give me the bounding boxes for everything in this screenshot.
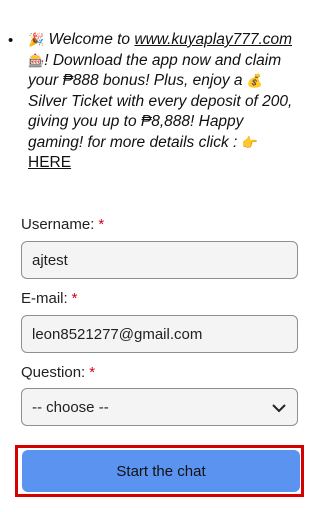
start-chat-button[interactable]: Start the chat — [22, 450, 300, 492]
required-mark: * — [71, 290, 78, 307]
required-mark: * — [89, 364, 96, 381]
email-label-text: E-mail: — [21, 290, 68, 307]
point-right-icon: 👉 — [241, 134, 258, 150]
ticket-icon: 🎰 — [28, 52, 45, 68]
required-mark: * — [98, 216, 105, 233]
site-link[interactable]: www.kuyaplay777.com — [134, 31, 292, 48]
question-selected: -- choose -- — [32, 398, 109, 416]
promo-text: Download the app now and claim your ₱888… — [28, 51, 282, 90]
question-label-text: Question: — [21, 364, 86, 381]
email-field[interactable]: leon8521277@gmail.com — [21, 315, 298, 353]
money-bag-icon: 💰 — [246, 73, 264, 88]
username-label: Username: * — [21, 216, 104, 233]
username-field[interactable]: ajtest — [21, 241, 298, 279]
email-label: E-mail: * — [21, 290, 78, 307]
username-label-text: Username: — [21, 216, 95, 233]
question-label: Question: * — [21, 364, 95, 381]
here-link[interactable]: HERE — [28, 154, 71, 171]
party-icon: 🎉 — [28, 32, 45, 47]
chevron-down-icon — [272, 404, 286, 413]
welcome-heading: Welcome to — [48, 31, 131, 48]
email-value: leon8521277@gmail.com — [32, 325, 203, 343]
question-select[interactable]: -- choose -- — [21, 388, 298, 426]
username-value: ajtest — [32, 251, 68, 269]
bullet-dot: • — [8, 32, 14, 49]
welcome-message: • 🎉 Welcome to www.kuyaplay777.com 🎰! Do… — [8, 30, 298, 174]
exclaim-text: ! — [44, 51, 49, 69]
